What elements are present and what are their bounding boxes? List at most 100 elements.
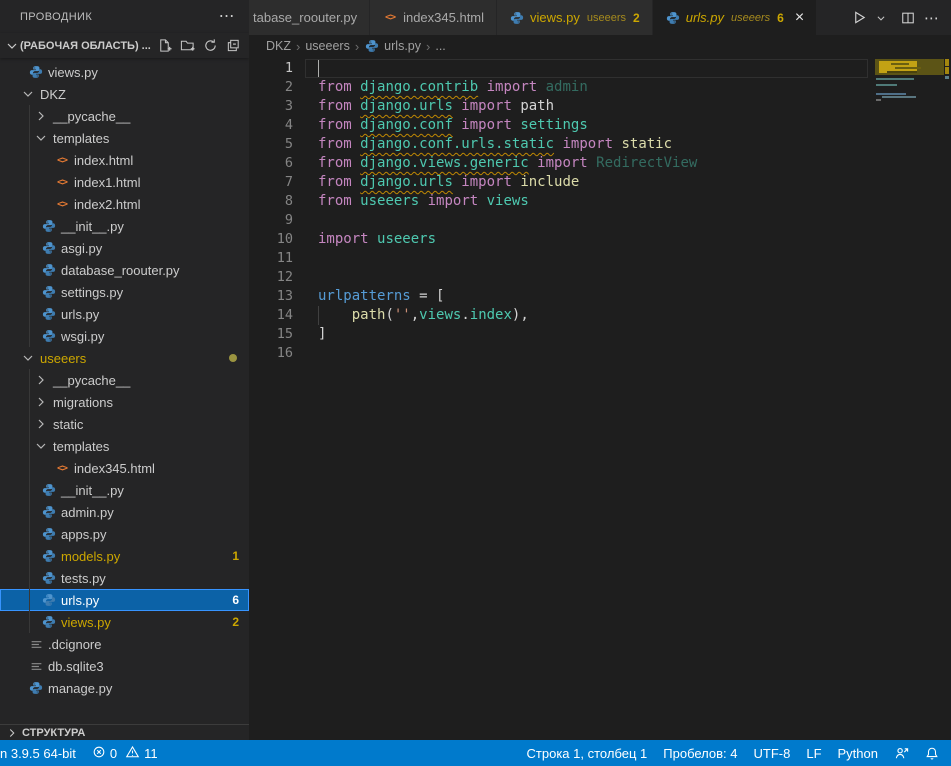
code-line-12[interactable]: 12 [249,268,874,287]
run-button[interactable] [852,10,867,25]
tree-file-.dcignore[interactable]: .dcignore [0,633,249,655]
tree-folder-__pycache__[interactable]: __pycache__ [0,369,249,391]
feedback-icon[interactable] [894,746,909,761]
breadcrumb-item-urls.py[interactable]: urls.py [364,38,421,54]
tree-folder-DKZ[interactable]: DKZ [0,83,249,105]
code-line-10[interactable]: 10import useeers [249,230,874,249]
error-count: 0 [110,746,117,761]
run-dropdown-chevron-icon[interactable] [876,13,886,23]
editor[interactable]: 12from django.contrib import admin3from … [249,57,951,740]
tab-urls.py[interactable]: urls.pyuseeers6× [653,0,817,35]
tree-file-index2.html[interactable]: <>index2.html [0,193,249,215]
html-file-icon: <> [382,10,398,26]
code-token: path [352,307,386,323]
code-line-8[interactable]: 8from useeers import views [249,192,874,211]
tree-file-tests.py[interactable]: tests.py [0,567,249,589]
tree-file-db.sqlite3[interactable]: db.sqlite3 [0,655,249,677]
code-token: ] [318,326,326,342]
code-token: django.urls [360,174,453,190]
problems-status[interactable]: 0 11 [92,745,158,762]
indentation-status[interactable]: Пробелов: 4 [663,746,737,761]
code-line-16[interactable]: 16 [249,344,874,363]
tree-file-wsgi.py[interactable]: wsgi.py [0,325,249,347]
code-line-3[interactable]: 3from django.urls import path [249,97,874,116]
chevron-right-icon [33,416,49,432]
split-editor-icon[interactable] [901,11,915,25]
more-actions-icon[interactable]: ⋯ [924,9,939,27]
overview-ruler[interactable] [944,57,951,740]
tree-folder-templates[interactable]: templates [0,127,249,149]
code-token [318,307,352,323]
explorer-more-actions-icon[interactable]: ⋯ [219,12,235,22]
code-line-5[interactable]: 5from django.conf.urls.static import sta… [249,135,874,154]
encoding-status[interactable]: UTF-8 [754,746,791,761]
close-icon[interactable]: × [795,11,804,25]
chevron-down-icon [4,38,20,54]
tree-file-index.html[interactable]: <>index.html [0,149,249,171]
breadcrumb-item-...[interactable]: ... [435,39,445,53]
tree-file-index1.html[interactable]: <>index1.html [0,171,249,193]
tree-item-label: views.py [61,615,111,630]
problem-count-badge: 2 [232,615,239,629]
tab-tabase_roouter.py[interactable]: tabase_roouter.py [249,0,370,35]
code-token: import [478,79,545,95]
tree-file-manage.py[interactable]: manage.py [0,677,249,699]
tree-file-admin.py[interactable]: admin.py [0,501,249,523]
chevron-down-icon [33,130,49,146]
code-line-9[interactable]: 9 [249,211,874,230]
tree-folder-static[interactable]: static [0,413,249,435]
code-line-7[interactable]: 7from django.urls import include [249,173,874,192]
status-bar: n 3.9.5 64-bit 0 11 Строка 1, столбец 1 … [0,740,951,766]
cursor-position-status[interactable]: Строка 1, столбец 1 [527,746,648,761]
breadcrumb-item-useeers[interactable]: useeers [305,39,349,53]
code-line-1[interactable]: 1 [249,59,874,78]
tree-file-urls.py[interactable]: urls.py [0,303,249,325]
tree-folder-__pycache__[interactable]: __pycache__ [0,105,249,127]
explorer-title: ПРОВОДНИК [20,11,92,23]
tree-file-asgi.py[interactable]: asgi.py [0,237,249,259]
collapse-folders-icon[interactable] [226,38,241,53]
code-line-2[interactable]: 2from django.contrib import admin [249,78,874,97]
minimap[interactable] [874,57,944,740]
python-interpreter-status[interactable]: n 3.9.5 64-bit [0,746,76,761]
code-line-4[interactable]: 4from django.conf import settings [249,116,874,135]
new-file-icon[interactable] [157,38,172,53]
code-area[interactable]: 12from django.contrib import admin3from … [249,57,874,740]
breadcrumb-label: ... [435,39,445,53]
code-token: import [419,193,486,209]
code-line-13[interactable]: 13urlpatterns = [ [249,287,874,306]
breadcrumb-item-DKZ[interactable]: DKZ [266,39,291,53]
chevron-down-icon [20,350,36,366]
tree-folder-useeers[interactable]: useeers [0,347,249,369]
code-line-11[interactable]: 11 [249,249,874,268]
tree-file-models.py[interactable]: models.py1 [0,545,249,567]
tree-file-views.py[interactable]: views.py [0,61,249,83]
tree-file-settings.py[interactable]: settings.py [0,281,249,303]
tree-file-views.py[interactable]: views.py 2 [0,611,249,633]
new-folder-icon[interactable] [180,38,195,53]
language-mode-status[interactable]: Python [838,746,878,761]
code-token: from [318,117,360,133]
outline-section-header[interactable]: СТРУКТУРА [0,724,249,740]
tree-file-apps.py[interactable]: apps.py [0,523,249,545]
tree-file-urls.py[interactable]: urls.py6 [0,589,249,611]
tree-folder-templates[interactable]: templates [0,435,249,457]
eol-status[interactable]: LF [806,746,821,761]
code-token: from [318,79,360,95]
tree-file-__init__.py[interactable]: __init__.py [0,479,249,501]
workspace-section-header[interactable]: (РАБОЧАЯ ОБЛАСТЬ) ... [0,33,249,58]
tab-views.py[interactable]: views.pyuseeers2 [497,0,653,35]
tree-file-__init__.py[interactable]: __init__.py [0,215,249,237]
tree-file-database_roouter.py[interactable]: database_roouter.py [0,259,249,281]
code-line-6[interactable]: 6from django.views.generic import Redire… [249,154,874,173]
code-token: ( [385,307,393,323]
python-file-icon [41,482,57,498]
code-line-14[interactable]: 14 path('',views.index), [249,306,874,325]
refresh-icon[interactable] [203,38,218,53]
bell-icon[interactable] [925,746,939,761]
breadcrumb-label: useeers [305,39,349,53]
tab-index345.html[interactable]: <>index345.html [370,0,497,35]
tree-file-index345.html[interactable]: <>index345.html [0,457,249,479]
tree-folder-migrations[interactable]: migrations [0,391,249,413]
code-line-15[interactable]: 15] [249,325,874,344]
